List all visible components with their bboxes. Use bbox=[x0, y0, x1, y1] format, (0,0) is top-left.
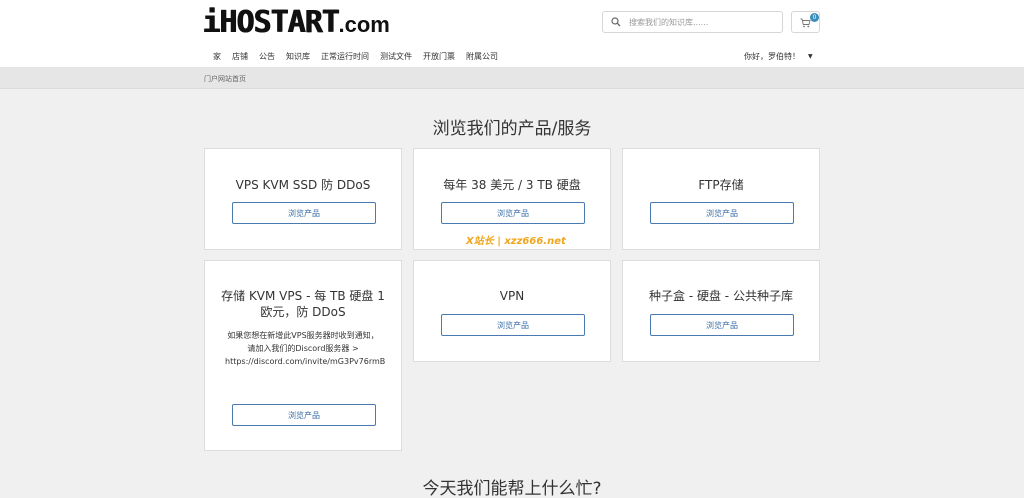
product-card-title: 存储 KVM VPS - 每 TB 硬盘 1 欧元，防 DDoS bbox=[221, 289, 385, 319]
caret-down-icon: ▼ bbox=[808, 53, 813, 60]
help-section-title: 今天我们能帮上什么忙? bbox=[422, 479, 602, 498]
product-card-title: FTP存储 bbox=[698, 178, 744, 192]
browse-products-button[interactable]: 浏览产品 bbox=[441, 202, 585, 224]
browse-products-button[interactable]: 浏览产品 bbox=[650, 314, 794, 336]
product-card-title: VPS KVM SSD 防 DDoS bbox=[235, 178, 371, 192]
search-input[interactable] bbox=[629, 17, 769, 27]
product-card-title: VPN bbox=[499, 289, 525, 303]
user-account-menu[interactable]: 你好，罗伯特！ ▼ bbox=[744, 51, 813, 62]
user-greeting: 你好，罗伯特！ bbox=[744, 52, 800, 61]
nav-item-test-files[interactable]: 测试文件 bbox=[380, 51, 412, 62]
top-header: iHOSTART .com 0 家 店铺 公告 知识库 正常运行时间 测试文件 … bbox=[0, 0, 1024, 68]
product-card-description: 如果您想在新增此VPS服务器时收到通知，请加入我们的Discord服务器 > h… bbox=[225, 331, 386, 366]
logo-suffix: .com bbox=[338, 12, 390, 37]
knowledgebase-search[interactable] bbox=[602, 11, 783, 33]
browse-products-button[interactable]: 浏览产品 bbox=[232, 202, 376, 224]
cart-count-badge: 0 bbox=[810, 13, 819, 22]
browse-products-button[interactable]: 浏览产品 bbox=[232, 404, 376, 426]
nav-item-open-ticket[interactable]: 开放门票 bbox=[423, 51, 455, 62]
product-card: VPN 浏览产品 bbox=[413, 260, 611, 362]
browse-products-button[interactable]: 浏览产品 bbox=[650, 202, 794, 224]
cart-button[interactable]: 0 bbox=[791, 11, 820, 33]
breadcrumb-bar: 门户网站首页 bbox=[0, 68, 1024, 89]
product-card-title: 种子盒 - 硬盘 - 公共种子库 bbox=[649, 289, 793, 303]
nav-item-knowledgebase[interactable]: 知识库 bbox=[286, 51, 310, 62]
nav-item-affiliates[interactable]: 附属公司 bbox=[466, 51, 498, 62]
nav-item-store[interactable]: 店铺 bbox=[232, 51, 248, 62]
products-section-title: 浏览我们的产品/服务 bbox=[432, 119, 592, 139]
watermark-text: X站长 | xzz666.net bbox=[466, 236, 566, 247]
product-card: 存储 KVM VPS - 每 TB 硬盘 1 欧元，防 DDoS 如果您想在新增… bbox=[204, 260, 402, 451]
main-nav: 家 店铺 公告 知识库 正常运行时间 测试文件 开放门票 附属公司 bbox=[213, 51, 509, 62]
nav-item-uptime[interactable]: 正常运行时间 bbox=[321, 51, 369, 62]
site-logo[interactable]: iHOSTART .com bbox=[202, 4, 390, 40]
nav-item-home[interactable]: 家 bbox=[213, 51, 221, 62]
search-icon[interactable] bbox=[603, 12, 629, 32]
product-card: VPS KVM SSD 防 DDoS 浏览产品 bbox=[204, 148, 402, 250]
product-card-title: 每年 38 美元 / 3 TB 硬盘 bbox=[443, 178, 581, 192]
product-card: 种子盒 - 硬盘 - 公共种子库 浏览产品 bbox=[622, 260, 820, 362]
product-card: FTP存储 浏览产品 bbox=[622, 148, 820, 250]
browse-products-button[interactable]: 浏览产品 bbox=[441, 314, 585, 336]
breadcrumb[interactable]: 门户网站首页 bbox=[204, 74, 246, 84]
nav-item-announcements[interactable]: 公告 bbox=[259, 51, 275, 62]
logo-text: iHOSTART bbox=[202, 4, 339, 40]
